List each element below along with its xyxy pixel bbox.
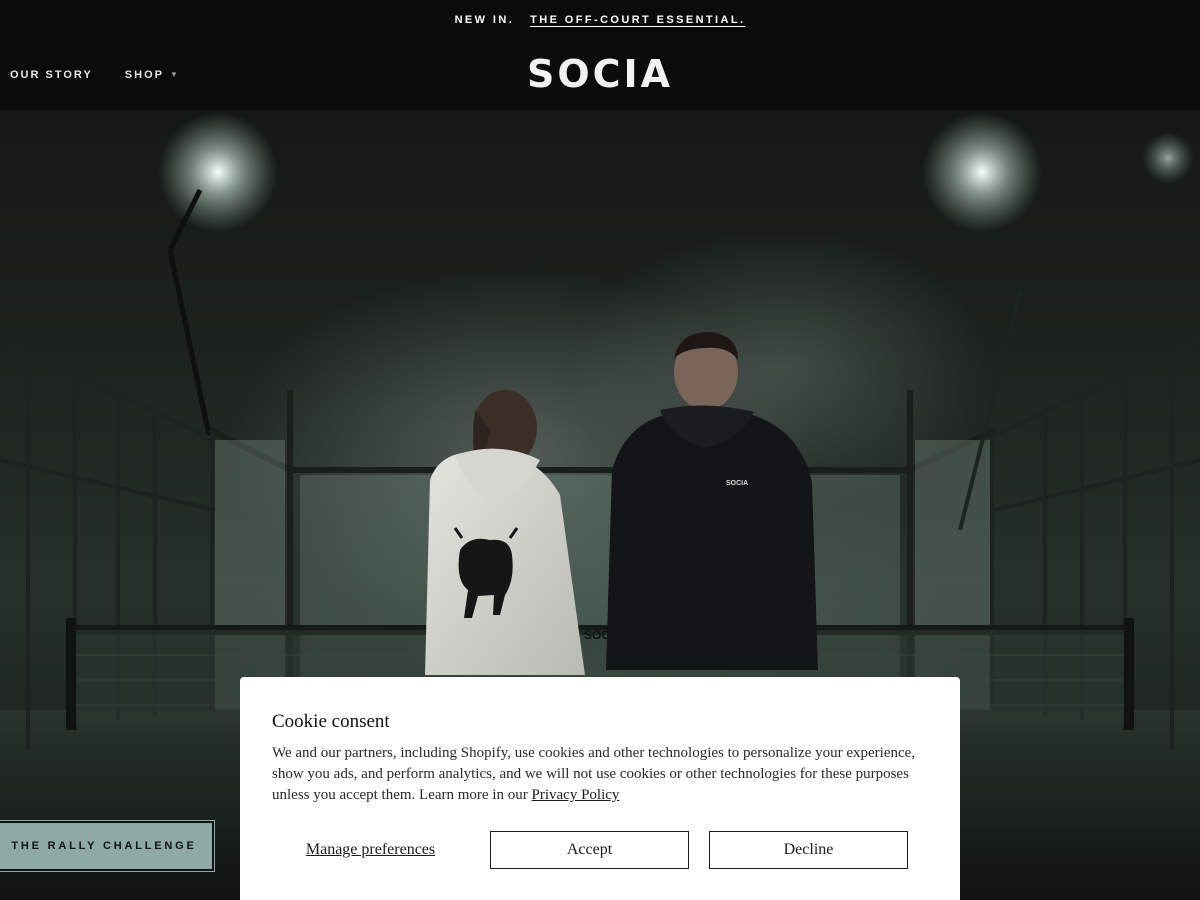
chevron-down-icon: ▼	[169, 69, 180, 79]
announcement-bar: NEW IN. THE OFF-COURT ESSENTIAL.	[0, 0, 1200, 40]
cookie-consent-dialog: Cookie consent We and our partners, incl…	[240, 677, 960, 900]
site-logo[interactable]: SOCIA	[527, 52, 673, 96]
site-header: OUR STORY SHOP ▼ SOCIA	[0, 40, 1200, 110]
accept-button[interactable]: Accept	[490, 831, 689, 869]
model-man: SOCIA	[606, 332, 818, 670]
announcement-lead: NEW IN.	[454, 14, 515, 26]
main-nav: OUR STORY SHOP ▼	[10, 40, 180, 110]
floodlight-left	[158, 112, 278, 232]
nav-item-label: OUR STORY	[10, 69, 93, 81]
cookie-body: We and our partners, including Shopify, …	[272, 743, 928, 806]
decline-button[interactable]: Decline	[709, 831, 908, 869]
privacy-policy-link[interactable]: Privacy Policy	[532, 787, 620, 803]
rally-challenge-button[interactable]: THE RALLY CHALLENGE	[0, 820, 215, 872]
nav-item-label: SHOP	[124, 69, 164, 81]
manage-preferences-button[interactable]: Manage preferences	[272, 831, 469, 869]
cookie-actions: Manage preferences Accept Decline	[272, 831, 928, 869]
nav-item-shop[interactable]: SHOP ▼	[125, 69, 180, 81]
floodlight-right	[922, 112, 1042, 232]
hoodie-brand-text: SOCIA	[726, 480, 748, 487]
model-woman	[425, 390, 585, 675]
nav-item-our-story[interactable]: OUR STORY	[10, 69, 93, 81]
cookie-title: Cookie consent	[272, 711, 390, 732]
announcement-link[interactable]: THE OFF-COURT ESSENTIAL.	[530, 14, 745, 26]
